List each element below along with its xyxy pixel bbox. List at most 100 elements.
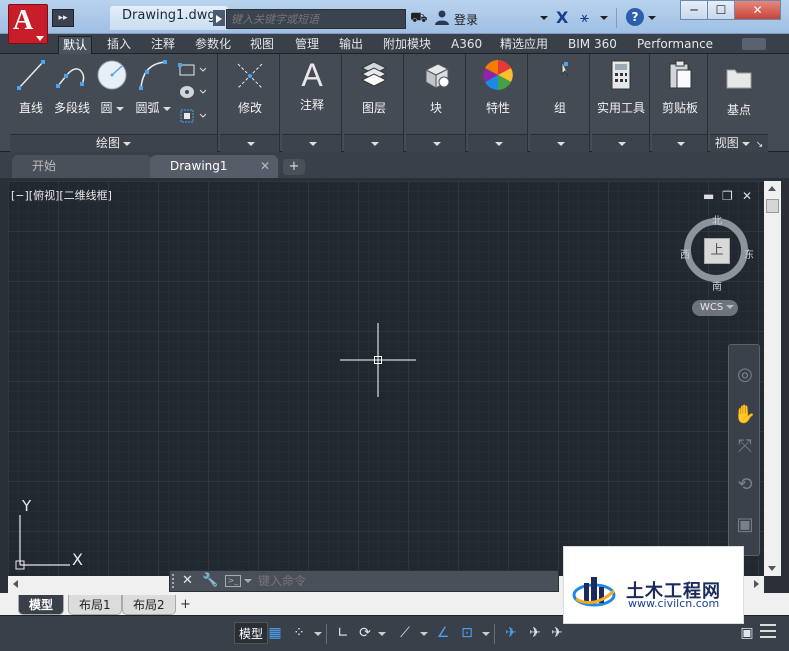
viewport-close-icon[interactable]: ✕ — [742, 189, 752, 203]
polar-tracking-icon[interactable]: ⟳ — [354, 624, 376, 642]
modify-panel[interactable]: 修改 — [220, 54, 280, 152]
ribbon-tab-view[interactable]: 视图 — [246, 36, 278, 54]
ribbon-tab-a360[interactable]: A360 — [447, 36, 486, 54]
clipboard-tool[interactable]: 剪贴板 — [652, 58, 708, 116]
utilities-panel-title[interactable] — [592, 134, 649, 152]
ribbon-tab-parametric[interactable]: 参数化 — [191, 36, 235, 54]
tab-layout2[interactable]: 布局2 — [122, 595, 176, 615]
viewcube-top-face[interactable]: 上 — [704, 238, 730, 264]
scroll-left-icon[interactable] — [13, 580, 18, 588]
exchange-apps-icon[interactable]: X — [556, 8, 568, 27]
ribbon-tab-home[interactable]: 默认 — [58, 36, 93, 54]
vertical-scroll-thumb[interactable] — [766, 199, 779, 213]
block-panel-title[interactable] — [406, 134, 465, 152]
block-tool[interactable]: 块 — [406, 58, 466, 116]
ribbon-tab-insert[interactable]: 插入 — [103, 36, 135, 54]
scroll-down-icon[interactable] — [768, 566, 776, 571]
layers-panel[interactable]: 图层 — [344, 54, 404, 152]
viewport-controls-label[interactable]: [−][俯视][二维线框] — [11, 187, 112, 203]
group-tool[interactable]: 组 — [530, 58, 590, 116]
circle-tool[interactable]: 圆 — [94, 58, 130, 116]
ortho-icon[interactable]: ∟ — [332, 624, 354, 642]
hatch-tool-icon[interactable] — [178, 84, 206, 100]
ribbon-tab-performance[interactable]: Performance — [633, 36, 717, 54]
orbit-icon[interactable]: ⟲ — [733, 473, 757, 497]
close-tab-icon[interactable]: ✕ — [260, 155, 270, 177]
compass-north-label[interactable]: 北 — [712, 212, 722, 227]
ribbon-tab-featured-apps[interactable]: 精选应用 — [496, 36, 552, 54]
clean-screen-icon[interactable]: ▣ — [736, 624, 758, 642]
compass-west-label[interactable]: 西 — [680, 246, 690, 261]
snap-icon[interactable]: ⁘ — [288, 624, 310, 642]
layers-tool[interactable]: 图层 — [344, 58, 404, 116]
annotation-visibility-icon[interactable]: ✈ — [524, 624, 546, 642]
maximize-button[interactable]: ☐ — [707, 0, 735, 20]
ribbon-tab-bim360[interactable]: BIM 360 — [564, 36, 621, 54]
viewport-minimize-icon[interactable]: ▬ — [703, 189, 714, 203]
login-link[interactable]: 登录 — [454, 11, 478, 28]
steering-wheel-icon[interactable]: ◎ — [733, 363, 757, 387]
add-layout-button[interactable]: + — [180, 597, 191, 612]
ribbon-tab-manage[interactable]: 管理 — [291, 36, 323, 54]
viewcube[interactable]: 上 北 南 东 西 — [680, 212, 754, 293]
command-prompt-icon[interactable]: >_ — [225, 575, 241, 587]
arc-tool[interactable]: 圆弧 — [134, 58, 172, 116]
new-tab-button[interactable]: + — [283, 159, 305, 175]
compass-east-label[interactable]: 东 — [744, 246, 754, 261]
wrench-icon[interactable]: 🔧 — [202, 573, 218, 588]
annotation-scale-icon[interactable]: ✈ — [500, 624, 522, 642]
quick-access-toolbar-expand-button[interactable]: ▸▸ — [52, 9, 74, 27]
osnap-dropdown-icon[interactable] — [482, 632, 490, 636]
help-icon[interactable]: ? — [626, 8, 644, 26]
clipboard-panel[interactable]: 剪贴板 — [652, 54, 708, 152]
isodraft-icon[interactable]: ⟋ — [394, 624, 416, 642]
ribbon-minimize-toggle[interactable] — [742, 38, 766, 50]
minimize-button[interactable]: ─ — [680, 0, 708, 20]
vertical-scrollbar[interactable] — [764, 181, 781, 576]
binoculars-icon[interactable]: ⛟ — [410, 10, 428, 28]
viewport-restore-icon[interactable]: ❐ — [722, 189, 733, 203]
command-input[interactable] — [258, 572, 548, 590]
help-dropdown-icon[interactable] — [648, 16, 656, 20]
properties-panel[interactable]: 特性 — [468, 54, 528, 152]
view-panel[interactable]: 基点 视图 ↘ — [710, 54, 768, 152]
group-panel[interactable]: 组 — [530, 54, 590, 152]
polar-dropdown-icon[interactable] — [378, 632, 386, 636]
scroll-right-icon[interactable] — [754, 580, 759, 588]
annotation-panel[interactable]: A 注释 — [282, 54, 342, 152]
compass-south-label[interactable]: 南 — [712, 278, 722, 293]
ribbon-tab-addins[interactable]: 附加模块 — [379, 36, 435, 54]
modify-tool[interactable]: 修改 — [220, 58, 280, 116]
object-snap-tracking-icon[interactable]: ∠ — [432, 624, 454, 642]
network-dropdown-icon[interactable] — [600, 16, 608, 20]
command-line-grip[interactable] — [172, 574, 176, 588]
auto-scale-icon[interactable]: ✈ — [546, 624, 568, 642]
tab-layout1[interactable]: 布局1 — [68, 595, 122, 615]
properties-tool[interactable]: 特性 — [468, 58, 528, 116]
tab-start[interactable]: 开始 — [12, 155, 152, 178]
panel-launcher-icon[interactable]: ↘ — [756, 140, 764, 150]
snap-dropdown-icon[interactable] — [314, 632, 322, 636]
close-button[interactable]: ✕ — [734, 0, 781, 20]
annotation-panel-title[interactable] — [282, 134, 341, 152]
isodraft-dropdown-icon[interactable] — [420, 632, 428, 636]
base-point-tool[interactable]: 基点 — [710, 60, 768, 118]
object-snap-icon[interactable]: ⊡ — [456, 624, 478, 642]
a360-network-icon[interactable]: ⚹ — [580, 8, 589, 26]
customization-menu-icon[interactable] — [760, 624, 776, 638]
chevron-down-icon[interactable] — [244, 579, 252, 583]
clipboard-panel-title[interactable] — [652, 134, 707, 152]
ribbon-tab-annotate[interactable]: 注释 — [147, 36, 179, 54]
ribbon-tab-output[interactable]: 输出 — [335, 36, 367, 54]
line-tool[interactable]: 直线 — [12, 58, 50, 116]
application-menu-button[interactable]: A — [8, 4, 48, 44]
utilities-tool[interactable]: 实用工具 — [592, 58, 650, 116]
layers-panel-title[interactable] — [344, 134, 403, 152]
properties-panel-title[interactable] — [468, 134, 527, 152]
login-dropdown-icon[interactable] — [540, 16, 548, 20]
title-expand-arrow-icon[interactable] — [213, 10, 225, 26]
tab-drawing1[interactable]: Drawing1 ✕ — [150, 155, 278, 178]
rectangle-tool-icon[interactable] — [178, 62, 206, 78]
pan-hand-icon[interactable]: ✋ — [733, 403, 757, 427]
view-panel-title[interactable]: 视图 ↘ — [710, 134, 768, 152]
